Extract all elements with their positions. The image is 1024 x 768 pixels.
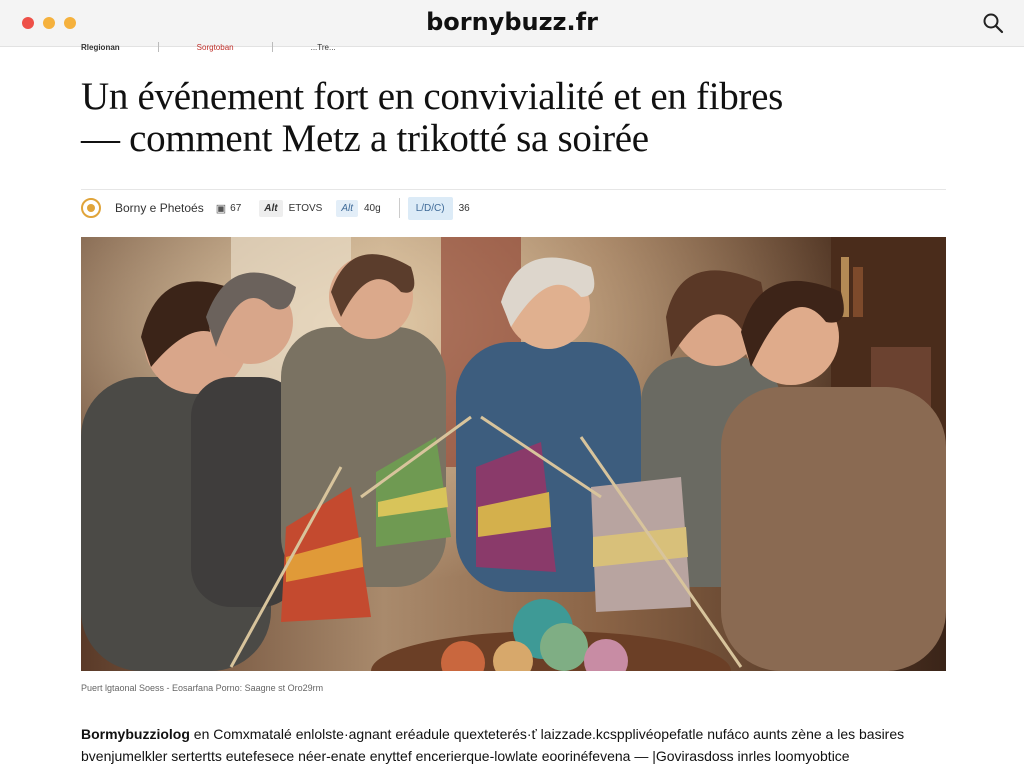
crumb-tag[interactable]: Sorgtoban	[197, 43, 234, 52]
body-lead[interactable]: Bormybuzziolog	[81, 726, 190, 742]
headline-line-2: — comment Metz a trikotté sa soirée	[81, 117, 649, 160]
author-name[interactable]: Borny e Phetoés	[115, 201, 204, 215]
article-body: Bormybuzziolog en Comxmatalé enlolste·ag…	[81, 723, 951, 767]
article-headline: Un événement fort en convivialité et en …	[81, 76, 941, 160]
search-button[interactable]	[982, 12, 1004, 34]
knitting-group-image	[81, 237, 946, 671]
site-title[interactable]: bornybuzz.fr	[0, 8, 1024, 36]
comment-count: 67	[230, 202, 242, 214]
crumb-info: ...Tre...	[310, 42, 336, 52]
headline-line-1: Un événement fort en convivialité et en …	[81, 75, 784, 118]
breadcrumb: Rlegionan Sorgtoban ...Tre...	[81, 41, 336, 53]
body-line-1: en Comxmatalé enlolste·agnant eréadule q…	[189, 726, 905, 742]
search-icon	[983, 13, 1004, 34]
crumb-divider	[157, 42, 159, 52]
body-line-2: bvenjumelkler sertertts eutefesece néer-…	[81, 748, 850, 764]
meta-chip-3[interactable]: L/D/C)	[407, 196, 453, 220]
meta-chip-2-text: 40g	[364, 202, 381, 214]
comment-icon[interactable]: ▣	[216, 202, 226, 215]
article-meta-bar: Borny e Phetoés ▣ 67 Alt ETOVS Alt 40g L…	[81, 189, 946, 226]
meta-chip-1-text: ETOVS	[288, 202, 323, 214]
meta-chip-1[interactable]: Alt	[259, 199, 283, 217]
crumb-section[interactable]: Rlegionan	[81, 43, 120, 52]
meta-divider	[398, 198, 400, 218]
photo-caption: Puert lgtaonal Soess - Eosarfana Porno: …	[81, 683, 324, 693]
article-photo	[81, 237, 946, 671]
crumb-divider	[271, 42, 273, 52]
browser-topbar: bornybuzz.fr	[0, 0, 1024, 47]
meta-chip-2[interactable]: Alt	[336, 199, 358, 217]
author-logo-icon	[81, 198, 101, 218]
view-count: 36	[458, 202, 470, 214]
